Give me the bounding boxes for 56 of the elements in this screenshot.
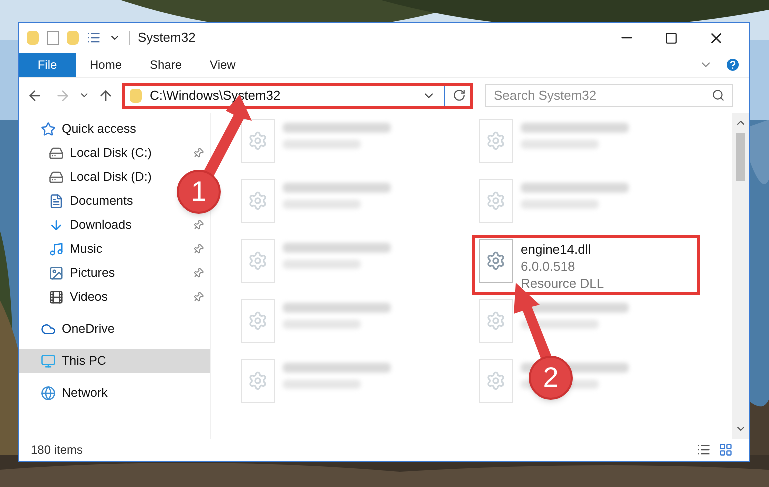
dll-file-icon: [479, 299, 513, 343]
nav-icon: [49, 146, 64, 160]
back-icon[interactable]: [27, 88, 43, 104]
dll-file-icon: [241, 359, 275, 403]
nav-icon: [41, 122, 56, 136]
nav-item[interactable]: OneDrive: [19, 317, 210, 341]
nav-item[interactable]: This PC: [19, 349, 210, 373]
dll-file-icon: [479, 179, 513, 223]
nav-item[interactable]: Documents: [49, 192, 134, 210]
dll-file-icon: [241, 299, 275, 343]
nav-icon: [41, 354, 56, 368]
ribbon-tab[interactable]: View: [196, 53, 250, 77]
maximize-icon[interactable]: [665, 32, 678, 44]
nav-icon: [41, 386, 56, 400]
nav-item[interactable]: Quick access: [19, 117, 210, 141]
scrollbar[interactable]: [732, 113, 749, 439]
search-icon[interactable]: [712, 88, 725, 102]
details-view-icon[interactable]: [697, 443, 711, 457]
nav-item[interactable]: Videos: [49, 288, 108, 306]
folder-icon: [130, 88, 142, 102]
nav-item[interactable]: Music: [49, 240, 103, 258]
nav-icon: [49, 266, 64, 280]
ribbon-tab[interactable]: Home: [76, 53, 136, 77]
file-menu-tab[interactable]: File: [19, 53, 76, 77]
refresh-icon[interactable]: [453, 89, 466, 102]
ribbon-tab[interactable]: Share: [136, 53, 196, 77]
dll-file-icon: [241, 119, 275, 163]
nav-icon: [49, 290, 64, 304]
scrollbar-thumb[interactable]: [736, 133, 745, 181]
window-title: System32: [138, 29, 196, 48]
help-icon[interactable]: [725, 57, 741, 73]
file-detail: 6.0.0.518: [521, 258, 576, 275]
nav-item[interactable]: Local Disk (D:): [49, 168, 152, 186]
address-bar[interactable]: C:\Windows\System32: [122, 82, 473, 108]
dll-file-icon: [241, 179, 275, 223]
dll-file-icon: [479, 239, 513, 283]
file-detail: Resource DLL: [521, 275, 604, 292]
nav-item[interactable]: Pictures: [49, 264, 116, 282]
address-path: C:\Windows\System32: [150, 86, 281, 105]
dll-file-icon: [241, 239, 275, 283]
nav-item[interactable]: Downloads: [49, 216, 132, 234]
tiles-view-icon[interactable]: [719, 443, 733, 457]
dll-file-icon: [479, 119, 513, 163]
list-icon[interactable]: [87, 31, 101, 45]
search-field[interactable]: Search System32: [485, 84, 733, 106]
item-count: 180 items: [31, 442, 84, 459]
nav-icon: [49, 242, 64, 256]
file-name[interactable]: engine14.dll: [521, 241, 604, 258]
nav-icon: [49, 218, 64, 232]
dll-file-icon: [479, 359, 513, 403]
nav-icon: [41, 322, 56, 336]
nav-item[interactable]: Local Disk (C:): [49, 144, 152, 162]
up-icon[interactable]: [98, 88, 114, 104]
nav-icon: [49, 170, 64, 184]
nav-item[interactable]: Network: [19, 381, 210, 405]
nav-icon: [49, 194, 64, 208]
